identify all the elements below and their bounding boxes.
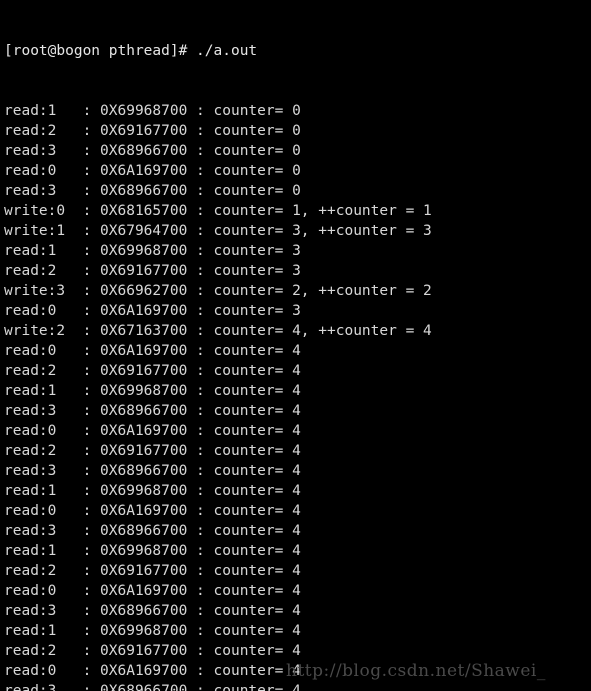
terminal-line: read:1 : 0X69968700 : counter= 4 bbox=[4, 383, 301, 399]
terminal-line: read:3 : 0X68966700 : counter= 4 bbox=[4, 603, 301, 619]
terminal-line: read:2 : 0X69167700 : counter= 3 bbox=[4, 263, 301, 279]
terminal-line: read:1 : 0X69968700 : counter= 4 bbox=[4, 543, 301, 559]
terminal-line: read:3 : 0X68966700 : counter= 0 bbox=[4, 183, 301, 199]
terminal-line: read:0 : 0X6A169700 : counter= 4 bbox=[4, 583, 301, 599]
terminal-line: read:0 : 0X6A169700 : counter= 4 bbox=[4, 343, 301, 359]
terminal-line: write:0 : 0X68165700 : counter= 1, ++cou… bbox=[4, 203, 432, 219]
terminal-window[interactable]: [root@bogon pthread]# ./a.out read:1 : 0… bbox=[0, 0, 591, 691]
terminal-line: read:1 : 0X69968700 : counter= 4 bbox=[4, 623, 301, 639]
terminal-line: read:0 : 0X6A169700 : counter= 4 bbox=[4, 663, 301, 679]
terminal-line: read:3 : 0X68966700 : counter= 0 bbox=[4, 143, 301, 159]
terminal-line: write:2 : 0X67163700 : counter= 4, ++cou… bbox=[4, 323, 432, 339]
terminal-output: [root@bogon pthread]# ./a.out read:1 : 0… bbox=[4, 1, 591, 691]
terminal-line: read:3 : 0X68966700 : counter= 4 bbox=[4, 523, 301, 539]
terminal-line: read:0 : 0X6A169700 : counter= 4 bbox=[4, 423, 301, 439]
terminal-line: read:2 : 0X69167700 : counter= 4 bbox=[4, 563, 301, 579]
terminal-line: read:2 : 0X69167700 : counter= 0 bbox=[4, 123, 301, 139]
shell-prompt-line: [root@bogon pthread]# ./a.out bbox=[4, 43, 258, 59]
terminal-line: read:1 : 0X69968700 : counter= 3 bbox=[4, 243, 301, 259]
terminal-line: write:3 : 0X66962700 : counter= 2, ++cou… bbox=[4, 283, 432, 299]
terminal-line: read:3 : 0X68966700 : counter= 4 bbox=[4, 463, 301, 479]
program-output-rows: read:1 : 0X69968700 : counter= 0 read:2 :… bbox=[4, 101, 591, 691]
terminal-line: read:2 : 0X69167700 : counter= 4 bbox=[4, 643, 301, 659]
terminal-line: read:0 : 0X6A169700 : counter= 0 bbox=[4, 163, 301, 179]
terminal-line: read:2 : 0X69167700 : counter= 4 bbox=[4, 443, 301, 459]
terminal-line: read:1 : 0X69968700 : counter= 4 bbox=[4, 483, 301, 499]
terminal-line: read:3 : 0X68966700 : counter= 4 bbox=[4, 683, 301, 691]
terminal-line: write:1 : 0X67964700 : counter= 3, ++cou… bbox=[4, 223, 432, 239]
terminal-line: read:1 : 0X69968700 : counter= 0 bbox=[4, 103, 301, 119]
terminal-line: read:0 : 0X6A169700 : counter= 4 bbox=[4, 503, 301, 519]
terminal-line: read:3 : 0X68966700 : counter= 4 bbox=[4, 403, 301, 419]
terminal-line: read:0 : 0X6A169700 : counter= 3 bbox=[4, 303, 301, 319]
terminal-line: read:2 : 0X69167700 : counter= 4 bbox=[4, 363, 301, 379]
